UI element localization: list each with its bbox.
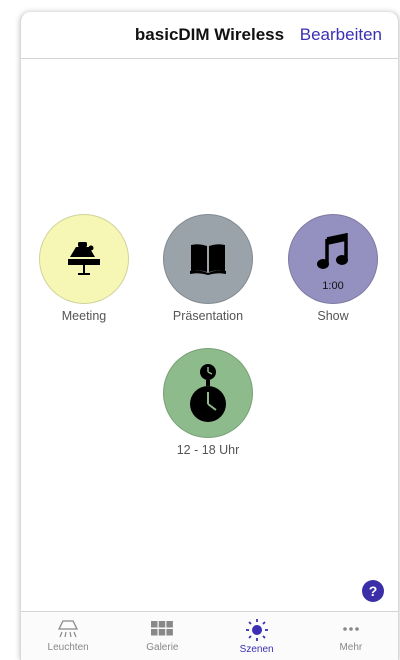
tab-label: Leuchten — [47, 642, 89, 653]
music-note-icon — [317, 233, 348, 269]
scene-label: Präsentation — [172, 309, 244, 323]
more-dots-icon — [343, 627, 359, 631]
help-button[interactable]: ? — [362, 580, 384, 602]
scene-presentation[interactable]: Präsentation — [153, 214, 263, 323]
edit-button[interactable]: Bearbeiten — [300, 25, 382, 45]
navigation-bar: basicDIM Wireless Bearbeiten — [21, 12, 398, 59]
tab-label: Szenen — [239, 644, 274, 655]
book-icon — [190, 244, 226, 275]
scene-label: 12 - 18 Uhr — [176, 443, 240, 457]
scene-duration: 1:00 — [322, 280, 344, 292]
scene-show[interactable]: 1:00 Show — [278, 214, 388, 323]
timer-clock-icon — [190, 364, 226, 422]
tab-mehr[interactable]: Mehr — [304, 612, 398, 660]
scene-label: Show — [317, 309, 349, 323]
sun-icon — [245, 619, 268, 641]
scene-meeting[interactable]: Meeting — [29, 214, 139, 323]
tab-label: Mehr — [339, 642, 363, 653]
scene-timer[interactable]: 12 - 18 Uhr — [153, 348, 263, 457]
tab-szenen[interactable]: Szenen — [210, 612, 304, 660]
scene-meeting-circle[interactable] — [39, 214, 129, 304]
tab-leuchten[interactable]: Leuchten — [21, 612, 115, 660]
app-window: basicDIM Wireless Bearbeiten Meeting Prä… — [20, 12, 399, 660]
scene-timer-circle[interactable] — [163, 348, 253, 438]
tab-bar: Leuchten Galerie Szenen Mehr — [21, 611, 398, 660]
desk-lamp-icon — [68, 242, 100, 275]
scene-presentation-circle[interactable] — [163, 214, 253, 304]
tab-galerie[interactable]: Galerie — [115, 612, 209, 660]
ceiling-light-icon — [58, 620, 79, 638]
grid-icon — [151, 621, 174, 636]
tab-label: Galerie — [146, 642, 179, 653]
scene-show-circle[interactable]: 1:00 — [288, 214, 378, 304]
scene-label: Meeting — [61, 309, 107, 323]
